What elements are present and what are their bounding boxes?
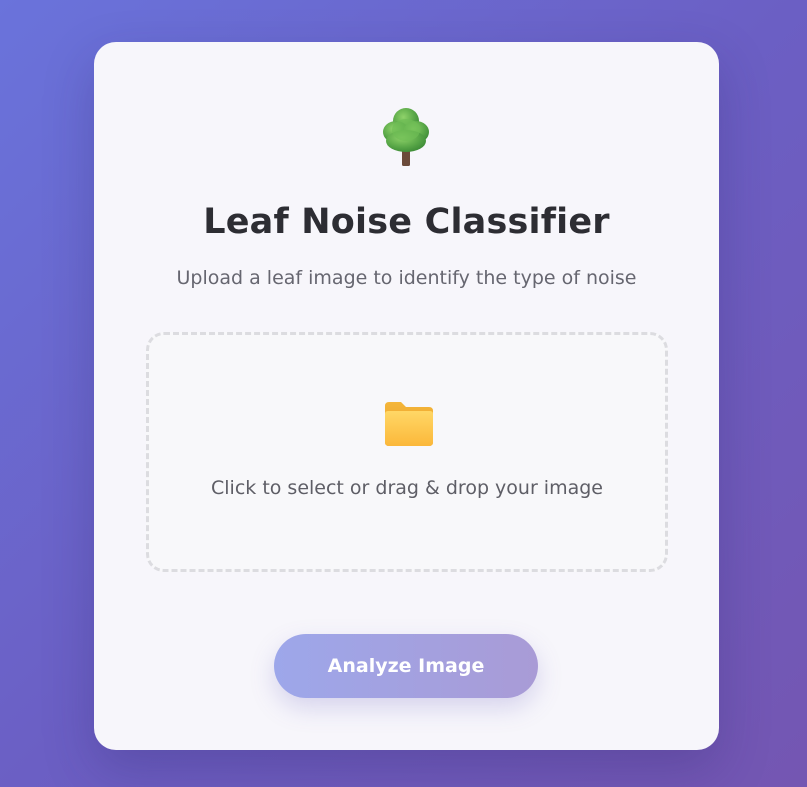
folder-icon <box>385 402 433 446</box>
upload-dropzone[interactable]: Click to select or drag & drop your imag… <box>146 332 668 572</box>
classifier-card: Leaf Noise Classifier Upload a leaf imag… <box>94 42 719 750</box>
page-title: Leaf Noise Classifier <box>203 202 610 242</box>
tree-icon <box>383 108 429 166</box>
page-subtitle: Upload a leaf image to identify the type… <box>176 267 637 289</box>
dropzone-prompt: Click to select or drag & drop your imag… <box>211 477 603 499</box>
analyze-image-button[interactable]: Analyze Image <box>274 634 538 698</box>
